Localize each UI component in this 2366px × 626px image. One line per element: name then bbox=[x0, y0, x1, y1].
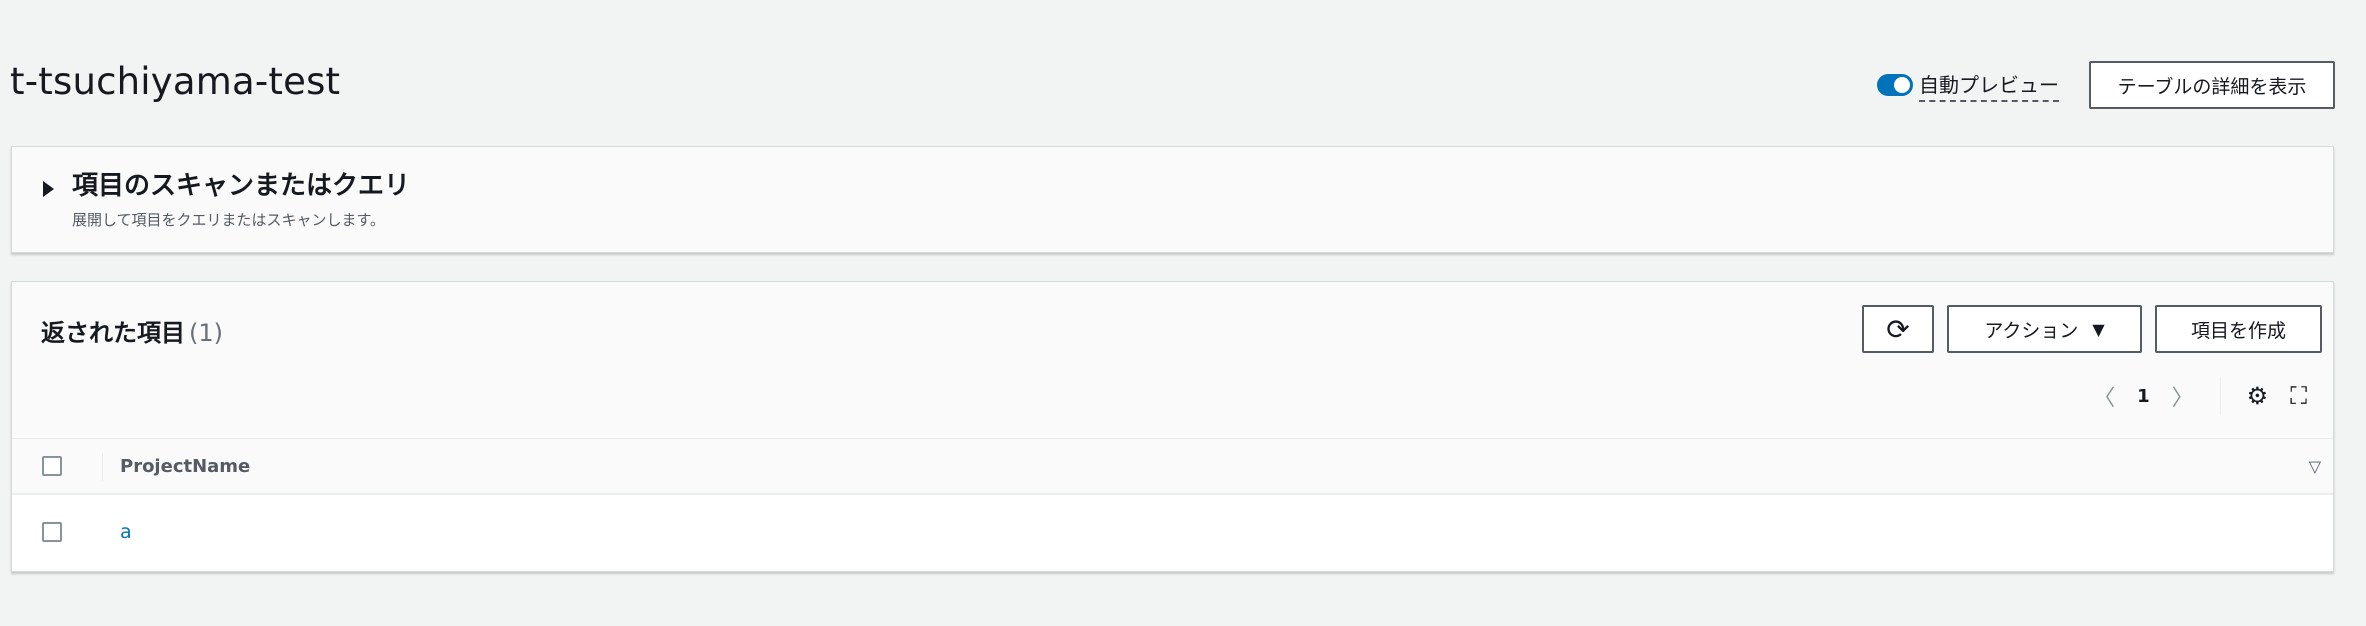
items-title-label: 返された項目 bbox=[41, 319, 185, 347]
row-checkbox[interactable] bbox=[42, 522, 62, 542]
refresh-button[interactable]: ⟳ bbox=[1862, 305, 1934, 353]
items-title: 返された項目 (1) bbox=[41, 313, 223, 348]
select-all-checkbox[interactable] bbox=[42, 456, 62, 476]
returned-items-panel: 返された項目 (1) ⟳ アクション ▼ 項目を作成 〈 1 〉 ⚙ ⛶ Proj… bbox=[11, 281, 2334, 572]
column-header-projectname[interactable]: ProjectName bbox=[120, 456, 250, 477]
column-divider bbox=[102, 453, 103, 481]
scan-query-panel[interactable]: 項目のスキャンまたはクエリ 展開して項目をクエリまたはスキャンします。 bbox=[11, 146, 2334, 253]
scan-query-title[interactable]: 項目のスキャンまたはクエリ bbox=[72, 165, 410, 202]
refresh-icon: ⟳ bbox=[1886, 312, 1910, 346]
view-table-details-button[interactable]: テーブルの詳細を表示 bbox=[2089, 61, 2335, 109]
toggle-knob bbox=[1894, 77, 1910, 93]
prev-page-icon[interactable]: 〈 bbox=[2093, 380, 2115, 412]
header-actions: 自動プレビュー テーブルの詳細を表示 bbox=[1877, 61, 2335, 109]
create-item-button[interactable]: 項目を作成 bbox=[2155, 305, 2322, 353]
pager-divider bbox=[2219, 377, 2221, 415]
column-menu-icon[interactable]: ▽ bbox=[2309, 457, 2321, 476]
settings-gear-icon[interactable]: ⚙ bbox=[2247, 382, 2269, 410]
page-number[interactable]: 1 bbox=[2137, 386, 2150, 407]
table-header-row: ProjectName ▽ bbox=[12, 439, 2333, 495]
auto-preview-label[interactable]: 自動プレビュー bbox=[1919, 69, 2059, 102]
items-header: 返された項目 (1) ⟳ アクション ▼ 項目を作成 〈 1 〉 ⚙ ⛶ bbox=[12, 282, 2333, 439]
auto-preview-toggle[interactable]: 自動プレビュー bbox=[1877, 69, 2059, 102]
table-row: a bbox=[12, 495, 2333, 569]
expand-caret-icon[interactable] bbox=[43, 181, 54, 197]
next-page-icon[interactable]: 〉 bbox=[2172, 380, 2194, 412]
scan-query-description: 展開して項目をクエリまたはスキャンします。 bbox=[72, 211, 386, 229]
items-count: (1) bbox=[189, 319, 223, 347]
page-title: t-tsuchiyama-test bbox=[10, 60, 341, 103]
actions-label: アクション bbox=[1984, 319, 2079, 342]
fullscreen-icon[interactable]: ⛶ bbox=[2290, 382, 2307, 410]
pagination: 〈 1 〉 ⚙ ⛶ bbox=[2093, 377, 2307, 415]
items-actions: ⟳ アクション ▼ 項目を作成 bbox=[1862, 305, 2322, 353]
projectname-cell-link[interactable]: a bbox=[120, 521, 132, 543]
toggle-switch[interactable] bbox=[1877, 74, 1913, 96]
caret-down-icon: ▼ bbox=[2092, 319, 2105, 339]
actions-dropdown-button[interactable]: アクション ▼ bbox=[1947, 305, 2142, 353]
